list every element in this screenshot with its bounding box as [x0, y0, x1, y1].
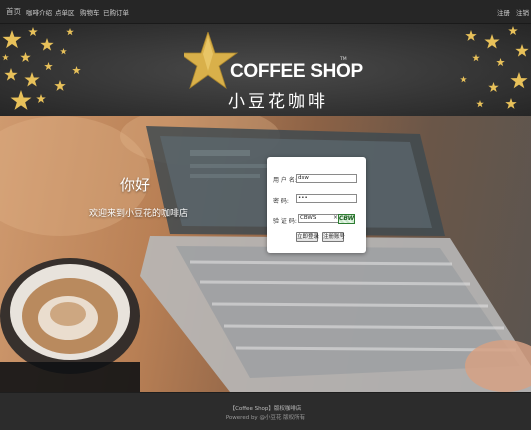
- hero-section: 你好 欢迎来到小豆花的咖啡店: [0, 116, 531, 392]
- footer-powered-by: Powered by @小豆花 版权所有: [225, 415, 306, 421]
- password-field[interactable]: •••: [296, 194, 357, 203]
- register-account-button[interactable]: 注册账号: [322, 232, 345, 242]
- brand-trademark: TM: [340, 57, 347, 62]
- nav-register[interactable]: 注册: [497, 7, 510, 17]
- brand-name-cn: 小豆花咖啡: [228, 92, 328, 112]
- hero-background-image: [0, 116, 531, 392]
- welcome-text: 欢迎来到小豆花的咖啡店: [89, 209, 189, 219]
- footer-copyright: 【Coffee Shop】版权咖啡店: [229, 406, 302, 412]
- nav-order-area[interactable]: 点单区: [55, 7, 75, 17]
- nav-cart[interactable]: 购物车: [80, 7, 100, 17]
- brand-name-en: COFFEE SHOP: [230, 61, 363, 82]
- username-label: 用 户 名:: [273, 177, 297, 184]
- password-label: 密 码:: [273, 198, 289, 205]
- username-field[interactable]: dsw: [296, 174, 357, 183]
- login-button[interactable]: 立即登录: [296, 232, 319, 242]
- greeting-title: 你好: [120, 176, 151, 194]
- nav-logout[interactable]: 注销: [516, 7, 529, 17]
- nav-coffee-intro[interactable]: 咖啡介绍: [26, 7, 52, 17]
- nav-orders[interactable]: 已购订单: [103, 7, 129, 17]
- nav-home[interactable]: 首页: [6, 6, 21, 17]
- captcha-label: 验 证 码:: [273, 218, 297, 225]
- top-nav: 首页 咖啡介绍 点单区 购物车 已购订单 注册 注销: [0, 0, 531, 24]
- page-footer: 【Coffee Shop】版权咖啡店 Powered by @小豆花 版权所有: [0, 392, 531, 430]
- captcha-image[interactable]: CBWS: [338, 214, 355, 224]
- header-banner: COFFEE SHOP TM 小豆花咖啡: [0, 24, 531, 116]
